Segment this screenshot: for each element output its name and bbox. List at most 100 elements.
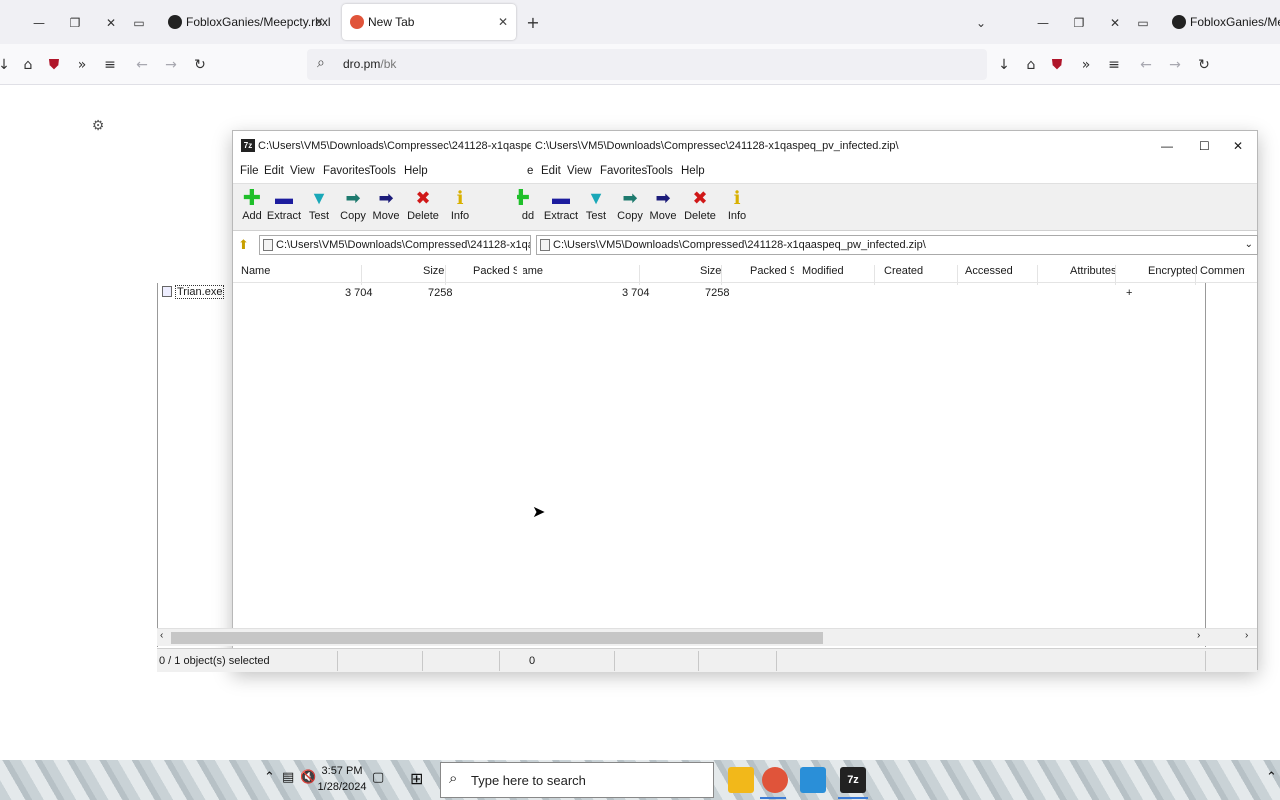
move-button[interactable]: ➡ Move: [368, 187, 404, 229]
col-created[interactable]: Created: [884, 265, 923, 277]
extensions-edge-icon[interactable]: ↓: [0, 55, 14, 75]
scroll-right-icon[interactable]: ›: [1197, 630, 1200, 641]
reload-icon[interactable]: ↻: [190, 55, 210, 75]
scrollbar-thumb[interactable]: [171, 632, 823, 644]
browser-tab-bar: — ❐ ✕ ▭ FobloxGanies/Meepcty.rbxl at ✕ N…: [0, 0, 1280, 44]
info-button-2[interactable]: ℹ Info: [719, 187, 755, 229]
close-icon-2[interactable]: ✕: [1104, 12, 1126, 34]
forward-icon[interactable]: →: [161, 55, 181, 75]
clock[interactable]: 3:57 PM 1/28/2024: [312, 763, 372, 795]
overflow-chevrons-icon[interactable]: »: [72, 55, 92, 75]
test-button[interactable]: ▼ Test: [301, 187, 337, 229]
reload-icon-2[interactable]: ↻: [1194, 55, 1214, 75]
col-attributes[interactable]: Attributes: [1070, 265, 1116, 277]
menu-file[interactable]: File: [240, 165, 259, 177]
menu-edit[interactable]: Edit: [264, 165, 284, 177]
col-modified[interactable]: Modified: [802, 265, 844, 277]
file-name-left[interactable]: Trian.exe: [175, 285, 225, 299]
delete-button[interactable]: ✖ Delete: [405, 187, 441, 229]
ublock-shield-icon-2[interactable]: ⛊: [1047, 55, 1067, 75]
window-maximize-icon[interactable]: ☐: [1199, 131, 1210, 161]
col-accessed[interactable]: Accessed: [965, 265, 1013, 277]
copy-button[interactable]: ➡ Copy: [335, 187, 371, 229]
network-icon[interactable]: ▤: [282, 770, 294, 785]
col-size-left[interactable]: Size: [423, 265, 444, 277]
restore-icon[interactable]: ❐: [64, 12, 86, 34]
col-name[interactable]: Name: [523, 265, 543, 277]
path-dropdown-icon[interactable]: ⌄: [1245, 236, 1253, 254]
tab-new-tab[interactable]: New Tab ✕: [342, 4, 516, 40]
extract-button[interactable]: ▬ Extract: [266, 187, 302, 229]
col-size[interactable]: Size: [700, 265, 721, 277]
menu-favorites-2[interactable]: Favorites: [600, 165, 647, 177]
search-icon: ⌕: [317, 54, 325, 70]
back-icon[interactable]: ←: [132, 55, 152, 75]
firefox-taskbar-icon[interactable]: [762, 767, 788, 793]
col-name-left[interactable]: Name: [241, 265, 270, 277]
col-comment[interactable]: Comment: [1200, 265, 1245, 277]
window-close-icon[interactable]: ✕: [1233, 131, 1243, 161]
horizontal-scrollbar[interactable]: ‹ › ›: [157, 628, 1257, 646]
tab-close-icon[interactable]: ✕: [498, 4, 508, 40]
copy-icon: ➡: [345, 188, 361, 208]
move-button-2[interactable]: ➡ Move: [645, 187, 681, 229]
forward-icon-2[interactable]: →: [1165, 55, 1185, 75]
tab-list-icon[interactable]: ▭: [128, 12, 150, 34]
copy-button-2[interactable]: ➡ Copy: [612, 187, 648, 229]
active-indicator: [838, 797, 868, 799]
overflow-chevrons-icon-2[interactable]: »: [1076, 55, 1096, 75]
menu-view[interactable]: View: [290, 165, 315, 177]
menu-help[interactable]: Help: [404, 165, 428, 177]
delete-button-2[interactable]: ✖ Delete: [682, 187, 718, 229]
tab-github-right[interactable]: FobloxGanies/Meepcty.rbxl at: [1164, 4, 1280, 40]
file-explorer-icon[interactable]: [728, 767, 754, 793]
url-bar[interactable]: ⌕ dro.pm/bk: [307, 49, 987, 80]
notifications-icon[interactable]: ▢: [372, 770, 384, 785]
menu-icon[interactable]: ≡: [100, 55, 120, 75]
restore-icon-2[interactable]: ❐: [1068, 12, 1090, 34]
col-encrypted[interactable]: Encrypted: [1148, 265, 1198, 277]
tray-chevron-up-icon[interactable]: ⌃: [264, 770, 275, 785]
settings-gear-icon[interactable]: ⚙: [88, 116, 108, 136]
menu-tools-2[interactable]: Tools: [646, 165, 673, 177]
chevron-down-icon[interactable]: ⌄: [970, 12, 992, 34]
info-button[interactable]: ℹ Info: [442, 187, 478, 229]
path-field[interactable]: C:\Users\VM5\Downloads\Compressed\241128…: [536, 235, 1258, 255]
close-icon[interactable]: ✕: [100, 12, 122, 34]
taskbar-search[interactable]: ⌕ Type here to search: [440, 762, 714, 798]
scroll-right-icon-2[interactable]: ›: [1245, 630, 1248, 641]
windows-start-icon[interactable]: ⊞: [410, 769, 423, 788]
new-tab-button[interactable]: +: [522, 12, 544, 34]
back-icon-2[interactable]: ←: [1136, 55, 1156, 75]
menu-favorites[interactable]: Favorites: [323, 165, 370, 177]
menu-file-clipped[interactable]: e: [527, 165, 533, 177]
add-button[interactable]: ✚ Add: [234, 187, 270, 229]
tray-chevron-up-icon-2[interactable]: ⌃: [1266, 770, 1277, 785]
tab-close-icon[interactable]: ✕: [314, 4, 324, 40]
minimize-icon[interactable]: —: [28, 12, 50, 34]
sevenzip-taskbar-icon[interactable]: 7z: [840, 767, 866, 793]
extract-button-2[interactable]: ▬ Extract: [543, 187, 579, 229]
minimize-icon-2[interactable]: —: [1032, 12, 1054, 34]
test-button-2[interactable]: ▼ Test: [578, 187, 614, 229]
col-packed-size[interactable]: Packed Size: [750, 265, 794, 277]
menu-icon-2[interactable]: ≡: [1104, 55, 1124, 75]
vmware-icon[interactable]: [800, 767, 826, 793]
tab-list-icon-2[interactable]: ▭: [1132, 12, 1154, 34]
add-button-clipped[interactable]: ✚ dd: [517, 187, 539, 229]
menu-view-2[interactable]: View: [567, 165, 592, 177]
up-folder-icon[interactable]: ⬆: [238, 237, 249, 253]
bookmark-icon-2[interactable]: ⌂: [1021, 55, 1041, 75]
tab-github-left[interactable]: FobloxGanies/Meepcty.rbxl at ✕: [160, 4, 332, 40]
window-minimize-icon[interactable]: —: [1161, 131, 1173, 161]
menu-edit-2[interactable]: Edit: [541, 165, 561, 177]
download-icon[interactable]: ↓: [994, 55, 1014, 75]
col-packed-left[interactable]: Packed Size: [473, 265, 517, 277]
menu-bar: File Edit View Favorites Tools Help e Ed…: [233, 161, 1257, 183]
menu-help-2[interactable]: Help: [681, 165, 705, 177]
ublock-shield-icon[interactable]: ⛊: [44, 55, 64, 75]
menu-tools[interactable]: Tools: [369, 165, 396, 177]
path-field-left[interactable]: C:\Users\VM5\Downloads\Compressed\241128…: [259, 235, 531, 255]
scroll-left-icon[interactable]: ‹: [160, 630, 163, 641]
bookmark-icon[interactable]: ⌂: [18, 55, 38, 75]
